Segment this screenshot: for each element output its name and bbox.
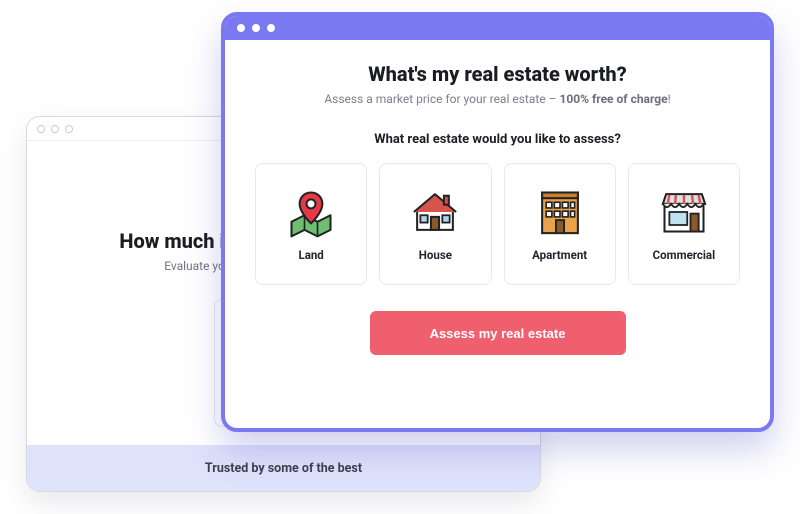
front-heading: What's my real estate worth?	[255, 62, 740, 86]
card-label: House	[419, 248, 452, 262]
front-sub-prefix: Assess a market price for your real esta…	[324, 92, 559, 106]
front-window-titlebar	[225, 16, 770, 40]
front-question: What real estate would you like to asses…	[255, 132, 740, 147]
card-label: Land	[298, 248, 323, 262]
traffic-light-icon	[252, 24, 260, 32]
traffic-light-icon	[267, 24, 275, 32]
option-card-house[interactable]: House	[379, 163, 491, 285]
foreground-window: What's my real estate worth? Assess a ma…	[221, 12, 774, 432]
card-label: Apartment	[532, 248, 587, 262]
assess-button-label: Assess my real estate	[430, 326, 566, 341]
front-sub-suffix: !	[668, 92, 671, 106]
assess-button[interactable]: Assess my real estate	[370, 311, 626, 355]
traffic-light-icon	[65, 125, 73, 133]
option-card-land[interactable]: Land	[255, 163, 367, 285]
front-sub-bold: 100% free of charge	[559, 92, 667, 106]
map-pin-icon	[283, 186, 339, 238]
option-card-apartment[interactable]: Apartment	[504, 163, 616, 285]
house-icon	[407, 186, 463, 238]
front-subheading: Assess a market price for your real esta…	[255, 92, 740, 106]
option-card-commercial[interactable]: Commercial	[628, 163, 740, 285]
apartment-icon	[532, 186, 588, 238]
back-footer-banner: Trusted by some of the best	[27, 445, 540, 491]
traffic-light-icon	[51, 125, 59, 133]
traffic-light-icon	[37, 125, 45, 133]
storefront-icon	[656, 186, 712, 238]
traffic-light-icon	[237, 24, 245, 32]
option-cards: Land House	[255, 163, 740, 285]
back-footer-text: Trusted by some of the best	[205, 461, 362, 476]
card-label: Commercial	[653, 248, 716, 262]
